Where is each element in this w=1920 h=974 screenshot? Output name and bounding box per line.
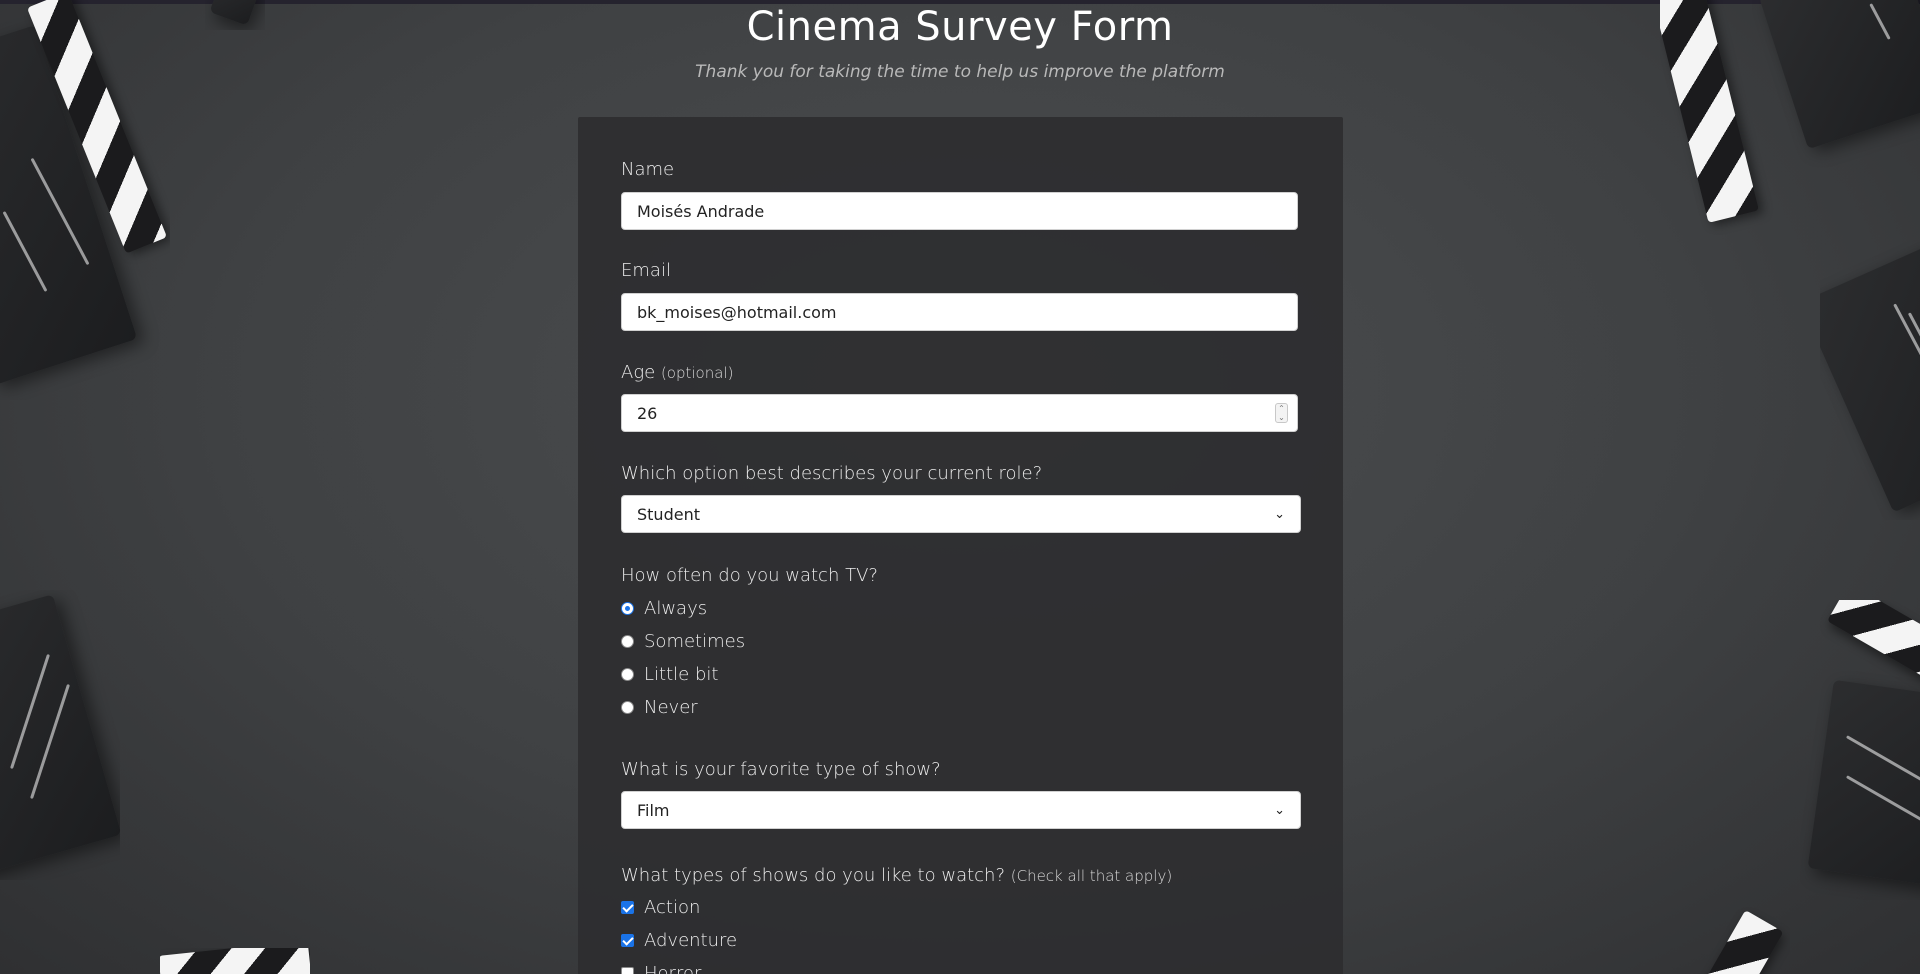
tv-option-label: Sometimes [644,631,746,652]
show-types-note: (Check all that apply) [1010,867,1173,885]
tv-option-never[interactable]: Never [621,697,698,718]
checkbox-horror[interactable] [621,967,634,974]
page-title: Cinema Survey Form [746,4,1174,50]
clapperboard-decoration-right-middle [1820,240,1920,520]
email-input-value: bk_moises@hotmail.com [637,302,837,322]
role-label: Which option best describes your current… [621,463,1043,484]
show-type-label: Action [644,897,701,918]
chevron-down-icon: ⌄ [1274,506,1285,522]
tv-option-sometimes[interactable]: Sometimes [621,631,745,652]
tv-option-label: Always [644,598,708,619]
role-select[interactable]: Student ⌄ [621,495,1301,533]
age-label: Age [621,362,656,383]
show-type-action[interactable]: Action [621,897,700,918]
show-types-label-group: What types of shows do you like to watch… [621,865,1172,886]
name-label: Name [621,159,675,180]
checkbox-adventure[interactable] [621,934,634,947]
radio-button-always[interactable] [621,602,634,615]
email-label: Email [621,260,671,281]
tv-option-always[interactable]: Always [621,598,707,619]
name-input-value: Moisés Andrade [637,201,765,221]
clapperboard-decoration-right-bottom [1800,600,1920,900]
radio-button-little-bit[interactable] [621,668,634,681]
chevron-down-icon: ⌄ [1274,802,1285,818]
favorite-show-select[interactable]: Film ⌄ [621,791,1301,829]
show-type-adventure[interactable]: Adventure [621,930,737,951]
favorite-show-select-value: Film [637,800,670,820]
age-input-value: 26 [637,403,658,423]
tv-option-label: Never [644,697,698,718]
tv-frequency-label: How often do you watch TV? [621,565,878,586]
page-description: Thank you for taking the time to help us… [695,62,1225,82]
favorite-show-label: What is your favorite type of show? [621,759,941,780]
clapperboard-decoration-left-bottom [0,590,120,880]
show-type-label: Horror [644,963,702,974]
clapperboard-decoration-top-left [0,0,170,400]
role-select-value: Student [637,504,700,524]
age-label-group: Age (optional) [621,362,733,383]
age-optional-note: (optional) [660,364,734,382]
show-type-label: Adventure [644,930,738,951]
name-input[interactable]: Moisés Andrade [621,192,1298,230]
tv-option-little-bit[interactable]: Little bit [621,664,718,685]
radio-button-sometimes[interactable] [621,635,634,648]
clapperboard-decoration-bottom-right [1700,905,1790,974]
survey-form: Name Moisés Andrade Email bk_moises@hotm… [578,117,1343,974]
age-stepper[interactable]: ⌃ ⌄ [1275,403,1288,423]
show-type-horror[interactable]: Horror [621,963,701,974]
email-input[interactable]: bk_moises@hotmail.com [621,293,1298,331]
radio-button-never[interactable] [621,701,634,714]
show-types-label: What types of shows do you like to watch… [621,865,1006,886]
checkbox-action[interactable] [621,901,634,914]
clapperboard-decoration-bottom-left [160,948,310,974]
age-input[interactable]: 26 ⌃ ⌄ [621,394,1298,432]
tv-option-label: Little bit [644,664,719,685]
